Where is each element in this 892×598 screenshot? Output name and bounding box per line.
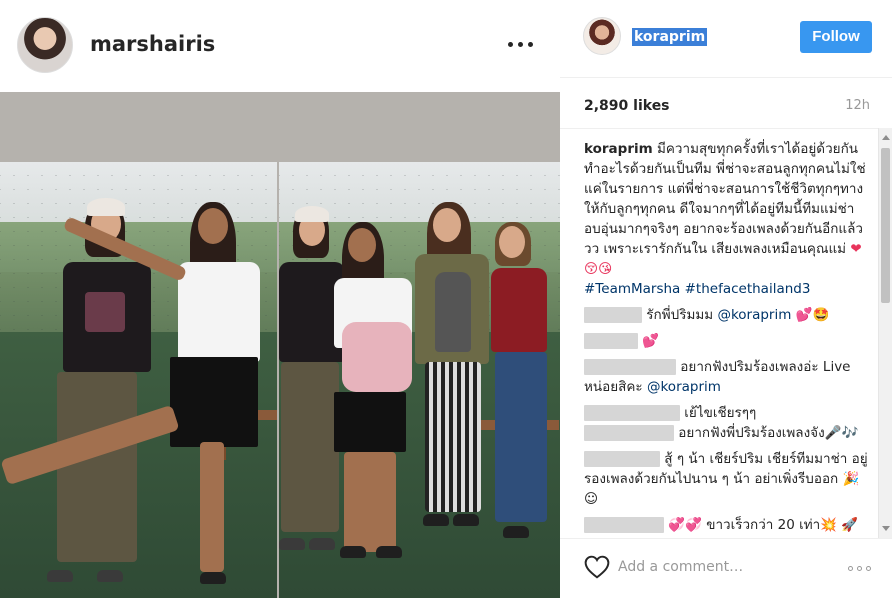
comment-text: เย้ไขเชียรๆๆ [684, 405, 757, 421]
post-owner-username[interactable]: marshairis [90, 32, 215, 56]
follow-button[interactable]: Follow [800, 21, 872, 53]
list-item: อยากฟังปริมร้องเพลงอ่ะ Live หน่อยสิคะ @k… [584, 357, 872, 397]
comment-text: ขาวเร็วกว่า 20 เท่า💥 🚀 [706, 517, 859, 533]
comment-text: อยากฟังพี่ปริมร้องเพลงจัง🎤🎶 [678, 425, 859, 441]
author-header: koraprim Follow [560, 0, 892, 78]
comment-bar [560, 538, 892, 598]
add-comment-input[interactable] [618, 557, 838, 577]
author-username[interactable]: koraprim [632, 28, 708, 46]
comment-mention[interactable]: @koraprim [717, 307, 791, 323]
comment-emoji: 💕🤩 [795, 307, 830, 323]
post-sidebar: koraprim Follow 2,890 likes 12h koraprim… [560, 0, 892, 598]
caption-username[interactable]: koraprim [584, 141, 653, 157]
list-item: สู้ ๆ น้า เชียร์ปริม เชียร์ทีมมาช่า อยู่… [584, 449, 872, 509]
caption-hashtags[interactable]: #TeamMarsha #thefacethailand3 [584, 281, 810, 297]
comment-mention[interactable]: @koraprim [647, 379, 721, 395]
list-item: 💕 [584, 331, 872, 351]
avatar[interactable] [583, 17, 621, 55]
comment-emoji: 💕 [642, 333, 660, 349]
heart-icon[interactable] [584, 555, 610, 579]
more-options-icon[interactable] [508, 36, 536, 52]
caption-text: มีความสุขทุกครั้งที่เราได้อยู่ด้วยกัน ทำ… [584, 141, 866, 257]
scroll-thumb[interactable] [881, 148, 890, 303]
avatar[interactable] [17, 17, 73, 73]
post-photo[interactable] [0, 92, 560, 598]
post-header: marshairis [0, 0, 560, 92]
comments-scrollbar[interactable] [878, 128, 892, 538]
comment-emoji: 💞💞 [668, 517, 702, 533]
options-icon[interactable] [848, 565, 874, 573]
comment-text: รักพี่ปริมมม [646, 307, 714, 323]
photo-panel-left [0, 162, 277, 598]
post-time[interactable]: 12h [845, 98, 870, 113]
photo-panel-right [279, 162, 560, 598]
scroll-up-arrow-icon[interactable] [882, 135, 890, 140]
list-item: รักพี่ปริมมม @koraprim 💕🤩 [584, 305, 872, 325]
caption: koraprim มีความสุขทุกครั้งที่เราได้อยู่ด… [584, 139, 872, 299]
scroll-down-arrow-icon[interactable] [882, 526, 890, 531]
comments-list: koraprim มีความสุขทุกครั้งที่เราได้อยู่ด… [560, 128, 892, 538]
list-item: 💞💞 ขาวเร็วกว่า 20 เท่า💥 🚀 [584, 515, 872, 535]
list-item: เย้ไขเชียรๆๆ อยากฟังพี่ปริมร้องเพลงจัง🎤🎶 [584, 403, 872, 443]
likes-count[interactable]: 2,890 likes [584, 98, 670, 114]
